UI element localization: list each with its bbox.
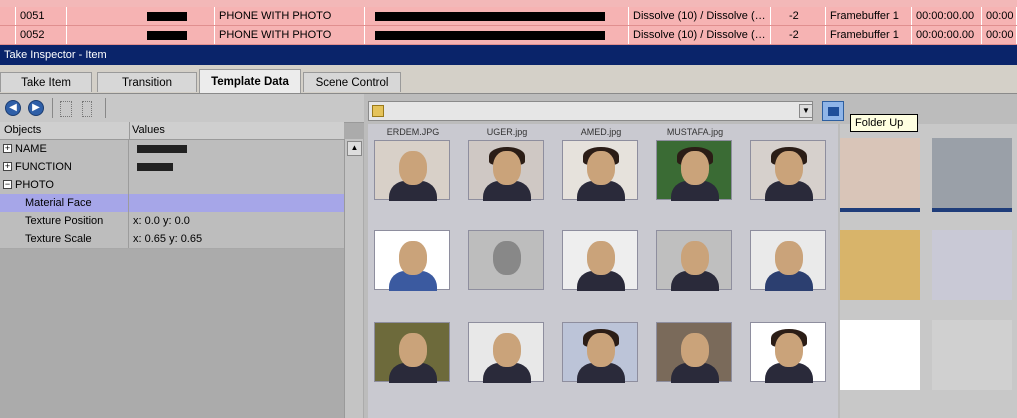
row-layer: -2	[771, 7, 826, 25]
tab-template-data[interactable]: Template Data	[199, 69, 301, 93]
row-target: Framebuffer 1	[826, 7, 912, 25]
grid-row-texture-scale[interactable]: Texture Scale x: 0.65 y: 0.65	[0, 230, 344, 249]
playlist-row[interactable]: 0052 PHONE WITH PHOTO Dissolve (10) / Di…	[0, 26, 1017, 45]
row-time2: 00:00	[982, 26, 1017, 44]
row-time: 00:00:00.00	[912, 26, 982, 44]
thumbnail[interactable]	[370, 220, 456, 314]
folder-up-icon	[828, 107, 839, 116]
row-label: Material Face	[25, 197, 92, 209]
thumbnail[interactable]	[558, 220, 644, 314]
col-values: Values	[132, 124, 165, 136]
grid-header: Objects Values	[0, 122, 344, 140]
tree-icon[interactable]	[60, 101, 72, 117]
thumbnail[interactable]	[932, 320, 1012, 390]
path-dropdown[interactable]: ▼	[368, 101, 813, 121]
grid-row-material-face[interactable]: Material Face	[0, 194, 344, 213]
inspector-tabs: Take Item Transition Template Data Scene…	[0, 65, 1017, 94]
row-effect: Dissolve (10) / Dissolve (…	[629, 7, 771, 25]
tab-scene-control[interactable]: Scene Control	[303, 72, 401, 92]
thumbnail[interactable]: ERDEM.JPG	[370, 126, 456, 220]
grid-scrollbar[interactable]: ▲	[344, 139, 363, 418]
row-time: 00:00:00.00	[912, 7, 982, 25]
grid-row-function[interactable]: + FUNCTION	[0, 158, 344, 177]
folder-icon	[372, 105, 384, 117]
playlist-rows: 0051 PHONE WITH PHOTO Dissolve (10) / Di…	[0, 0, 1017, 45]
row-redacted-name	[365, 26, 629, 44]
grid-row-name[interactable]: + NAME	[0, 140, 344, 159]
inspector-title: Take Inspector - Item	[0, 45, 1017, 65]
objects-toolbar: ◀ ▶	[0, 94, 364, 123]
row-redacted	[67, 26, 215, 44]
expand-icon[interactable]: +	[3, 144, 12, 153]
side-thumbnail-column	[840, 124, 1017, 418]
thumbnail[interactable]	[746, 126, 832, 220]
thumbnail[interactable]	[558, 314, 644, 408]
grid-row-photo[interactable]: − PHOTO	[0, 176, 344, 195]
thumbnail[interactable]	[652, 220, 738, 314]
thumbnail[interactable]	[464, 220, 550, 314]
scroll-up-icon[interactable]: ▲	[347, 141, 362, 156]
thumbnail[interactable]	[746, 314, 832, 408]
tab-transition[interactable]: Transition	[97, 72, 197, 92]
thumbnail[interactable]	[932, 138, 1012, 212]
row-value[interactable]: x: 0.65 y: 0.65	[133, 230, 202, 248]
thumbnail[interactable]	[652, 314, 738, 408]
thumbnail[interactable]	[932, 230, 1012, 300]
playlist-row[interactable]: 0051 PHONE WITH PHOTO Dissolve (10) / Di…	[0, 7, 1017, 26]
thumbnail-grid: ERDEM.JPG UGER.jpg AMED.jpg MUSTAFA.jpg	[368, 124, 838, 418]
thumbnail[interactable]: MUSTAFA.jpg	[652, 126, 738, 220]
row-id: 0051	[16, 7, 67, 25]
expand-icon[interactable]: +	[3, 162, 12, 171]
row-id: 0052	[16, 26, 67, 44]
row-value[interactable]: x: 0.0 y: 0.0	[133, 212, 190, 230]
thumbnail[interactable]	[840, 320, 920, 390]
thumbnail[interactable]: AMED.jpg	[558, 126, 644, 220]
row-target: Framebuffer 1	[826, 26, 912, 44]
tab-take-item[interactable]: Take Item	[0, 72, 92, 92]
row-label: Texture Position	[25, 215, 104, 227]
row-type: PHONE WITH PHOTO	[215, 7, 365, 25]
thumbnail[interactable]	[464, 314, 550, 408]
chevron-down-icon[interactable]: ▼	[799, 104, 813, 118]
row-type: PHONE WITH PHOTO	[215, 26, 365, 44]
collapse-icon[interactable]: −	[3, 180, 12, 189]
row-layer: -2	[771, 26, 826, 44]
folder-up-button[interactable]	[822, 101, 844, 121]
row-effect: Dissolve (10) / Dissolve (…	[629, 26, 771, 44]
row-time2: 00:00	[982, 7, 1017, 25]
collapse-all-icon[interactable]: ▶	[28, 100, 44, 116]
row-label: Texture Scale	[25, 233, 92, 245]
row-redacted	[67, 7, 215, 25]
thumbnail[interactable]: UGER.jpg	[464, 126, 550, 220]
expand-all-icon[interactable]: ◀	[5, 100, 21, 116]
list-icon[interactable]	[82, 101, 92, 117]
thumbnail[interactable]	[370, 314, 456, 408]
folder-up-tooltip: Folder Up	[850, 114, 918, 132]
col-objects: Objects	[4, 124, 42, 136]
thumbnail[interactable]	[840, 230, 920, 300]
thumbnail[interactable]	[746, 220, 832, 314]
thumbnail[interactable]	[840, 138, 920, 212]
grid-row-texture-position[interactable]: Texture Position x: 0.0 y: 0.0	[0, 212, 344, 231]
row-redacted-name	[365, 7, 629, 25]
